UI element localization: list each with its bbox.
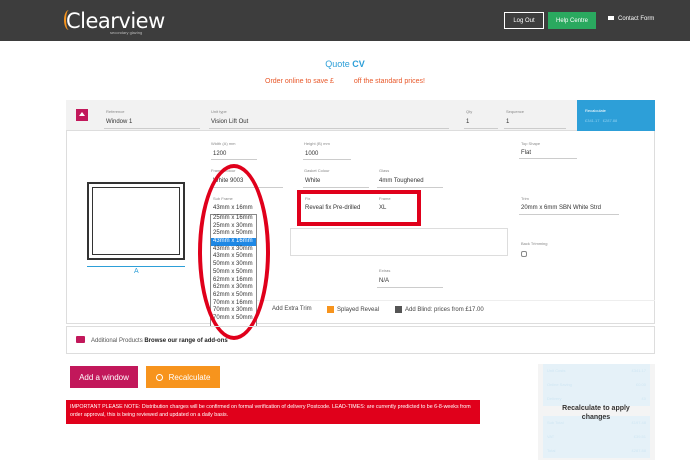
summary-row: Total £287.88 (543, 444, 650, 458)
summary-row-value: £0 (641, 396, 646, 401)
blind-icon (395, 306, 402, 313)
summary-row: Unit Costs £341.17 (543, 364, 650, 378)
pencil-icon (327, 306, 334, 313)
summary-row-label: Online Saving (547, 382, 572, 387)
contact-form-link[interactable]: Contact Form (608, 16, 654, 22)
unit-type-value[interactable]: Vision Lift Out (211, 119, 248, 125)
summary-row-label: VAT (547, 434, 555, 439)
notes-textarea[interactable] (290, 228, 508, 256)
add-window-button[interactable]: Add a window (70, 366, 138, 388)
width-label: Width (A) mm (211, 141, 236, 146)
trim-select[interactable]: 20mm x 6mm SBN White Strd (521, 205, 601, 211)
top-shape-label: Top Shape (521, 141, 541, 146)
extras-label: Extras (379, 268, 391, 273)
trim-label: Trim (521, 196, 529, 201)
summary-row-label: Unit Costs (547, 368, 566, 373)
dimension-a-label: A (134, 268, 139, 275)
width-input[interactable]: 1200 (213, 151, 226, 157)
gasket-colour-select[interactable]: White (305, 178, 320, 184)
top-shape-select[interactable]: Flat (521, 150, 531, 156)
glass-select[interactable]: 4mm Toughened (379, 178, 424, 184)
qty-label: Qty (466, 109, 473, 114)
back-trimming-checkbox[interactable] (521, 251, 527, 257)
page-title: Quote CV (325, 59, 365, 69)
summary-row-value: £0.00 (635, 382, 646, 387)
highlight-box (297, 190, 421, 226)
add-extra-trim-link[interactable]: Add Extra Trim (272, 306, 312, 312)
summary-row-value: £341.17 (631, 368, 646, 373)
back-trimming-label: Back Trimming (521, 241, 548, 246)
glass-label: Glass (379, 168, 390, 173)
sequence-input[interactable]: 1 (506, 119, 509, 125)
help-centre-button[interactable]: Help Centre (548, 12, 596, 29)
summary-row-label: Total (547, 448, 556, 453)
height-input[interactable]: 1000 (305, 151, 318, 157)
summary-row: VAT £39.51 (543, 430, 650, 444)
recalculate-button[interactable]: Recalculate (146, 366, 220, 388)
reference-input[interactable]: Window 1 (106, 119, 132, 125)
cart-icon (76, 336, 85, 343)
important-notice: IMPORTANT PLEASE NOTE: Distribution char… (66, 400, 480, 424)
qty-input[interactable]: 1 (466, 119, 469, 125)
logout-button[interactable]: Log Out (504, 12, 544, 29)
width-dimension-line (87, 266, 185, 267)
window-diagram (87, 182, 185, 260)
extras-value[interactable]: N/A (379, 278, 389, 284)
recalculate-tab-prices: £341.17 £287.88 (585, 118, 618, 123)
splayed-reveal-link[interactable]: Splayed Reveal (327, 306, 379, 313)
summary-row: Online Saving £0.00 (543, 378, 650, 392)
promo-text: Order online to save £ off the standard p… (265, 78, 425, 85)
collapse-button[interactable] (76, 109, 88, 121)
window-row-header (66, 100, 655, 131)
add-blind-link[interactable]: Add Blind: prices from £17.00 (395, 306, 484, 313)
logo-subtitle: secondary glazing (110, 30, 143, 35)
sequence-label: Sequence (506, 109, 525, 114)
height-label: Height (B) mm (304, 141, 330, 146)
summary-row-label: Delivery (547, 396, 562, 401)
refresh-icon (155, 373, 163, 381)
envelope-icon (608, 16, 614, 21)
highlight-oval (198, 164, 270, 340)
recalculate-tab[interactable]: Recalculate £341.17 £287.88 (577, 100, 655, 131)
gasket-colour-label: Gasket Colour (304, 168, 330, 173)
unit-type-label: Unit type (211, 109, 227, 114)
recalculate-message: Recalculate to apply changes (562, 405, 630, 421)
summary-row-value: £287.88 (631, 448, 646, 453)
reference-label: Reference (106, 109, 125, 114)
summary-row-value: £39.51 (633, 434, 646, 439)
recalculate-tab-label: Recalculate (585, 108, 606, 113)
additional-products-text[interactable]: Additional Products Browse our range of … (91, 338, 228, 344)
